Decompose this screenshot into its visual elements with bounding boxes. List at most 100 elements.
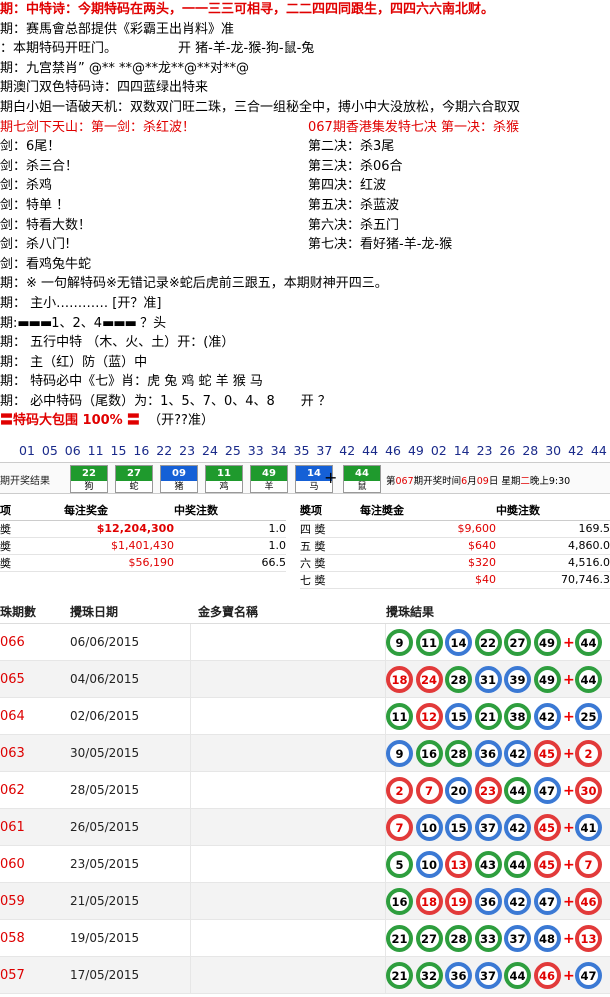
tip-line-head: 期:▬▬▬1、2、4▬▬▬ ？头 [0,314,610,334]
draw-issue[interactable]: 064 [0,709,70,724]
prize-money: $56,190 [64,554,174,572]
draw-ball: 21 [474,703,502,730]
result-ball: 22 狗 [70,465,108,493]
draw-h-name: 金多寶名稱 [198,605,259,619]
draw-date: 21/05/2015 [70,894,140,908]
prize-row: 奬 $1,401,430 1.0 [0,537,286,555]
draw-row: 065 04/06/2015 18 24 28 31 39 49 +44 [0,660,610,698]
draw-ball: 32 [415,962,443,989]
draw-issue[interactable]: 058 [0,931,70,946]
draw-issue[interactable]: 060 [0,857,70,872]
draw-issue[interactable]: 062 [0,783,70,798]
draw-ball: 14 [445,629,472,656]
draw-ball: 16 [415,740,443,767]
draw-special-ball: 41 [575,814,602,841]
prize-count: 4,516.0 [496,554,610,572]
head-digits: 1、2、4 [51,315,103,331]
draw-ball: 36 [445,962,472,989]
prize-table-left: 项 每注奖金 中奖注数 奬 $12,204,300 1.0 奬 $1,401,430 1.… [0,500,286,572]
draw-issue[interactable]: 057 [0,968,70,983]
draw-date: 26/05/2015 [70,820,140,834]
draw-ball: 37 [504,925,531,952]
draw-ball: 21 [386,925,413,952]
result-ball-number: 27 [116,466,152,481]
bars-small-left: 〓 [0,413,14,429]
draw-ball: 10 [415,851,443,878]
draw-ball: 31 [474,666,502,693]
draw-issue[interactable]: 065 [0,672,70,687]
draw-h-date: 攪珠日期 [70,605,119,619]
draw-ball: 12 [415,703,443,730]
draw-balls: 21 27 28 33 37 48 +13 [386,925,605,952]
result-ball-zodiac: 狗 [84,482,94,492]
draw-issue[interactable]: 059 [0,894,70,909]
key-4: 第四决：红波 [308,178,387,194]
tip-line-sevenswords: 期七剑下天山：第一剑：杀红波！ 067期香港集发特七决 第一决：杀猴 [0,118,610,138]
prize-count: 66.5 [174,554,286,572]
sword-3: 剑：杀三合！ [0,158,79,174]
draw-ball: 18 [415,888,443,915]
plus-icon: + [563,856,575,873]
bars-right: ▬▬▬ [102,315,137,331]
draw-special-ball: 47 [575,962,602,989]
draw-special-ball: 7 [575,851,602,878]
prize-h-item: 奬项 [300,500,360,521]
plus-icon: + [563,893,575,910]
draw-name [190,771,386,809]
tip-line-color: 期： 主（红）防（蓝）中 [0,354,148,370]
key-2: 第二决：杀3尾 [308,139,395,155]
draw-name [190,919,386,957]
draw-balls: 16 18 19 36 42 47 +46 [386,888,605,915]
draw-row: 058 19/05/2015 21 27 28 33 37 48 +13 [0,919,610,957]
surround-numbers: 01 05 06 11 15 16 22 23 24 25 33 34 35 3… [19,443,607,458]
prize-table: 项 每注奖金 中奖注数 奬 $12,204,300 1.0 奬 $1,401,430 1.… [0,500,610,596]
draw-balls: 9 16 28 36 42 45 +2 [386,740,605,767]
draw-special-ball: 2 [575,740,602,767]
info-mid: 期开奖时间 [413,476,462,487]
draw-row: 059 21/05/2015 16 18 19 36 42 47 +46 [0,882,610,920]
draw-ball: 37 [474,962,502,989]
prize-count: 70,746.3 [496,571,610,589]
prize-money: $40 [360,571,496,589]
sword-row: 剑：6尾！ 第二决：杀3尾 [0,137,610,157]
draw-ball: 28 [445,925,472,952]
key-3: 第三决：杀06合 [308,158,403,174]
surround-status: （开??准） [148,413,214,429]
draw-name [190,660,386,698]
draw-ball: 28 [445,666,472,693]
result-ball-zodiac: 蛇 [129,482,139,492]
prize-h-count: 中奖注数 [174,500,286,521]
draw-issue[interactable]: 066 [0,635,70,650]
result-ball: 11 鸡 [205,465,243,493]
plus-icon: + [563,708,575,725]
sword-4: 剑：杀鸡 [0,178,53,194]
sword-row: 剑：特看大数！ 第六决：杀五门 [0,216,610,236]
result-ball: 09 猪 [160,465,198,493]
draw-ball: 43 [474,851,502,878]
draw-name [190,697,386,735]
draw-history: 珠期數 攪珠日期 金多寶名稱 攪珠結果 066 06/06/2015 9 11 14 22… [0,600,610,994]
plus-icon: + [563,671,575,688]
draw-row: 066 06/06/2015 9 11 14 22 27 49 +44 [0,623,610,661]
sword-2: 剑：6尾！ [0,139,61,155]
draw-ball: 47 [533,777,561,804]
draw-balls: 11 12 15 21 38 42 +25 [386,703,605,730]
result-ball-number: 49 [251,466,287,481]
bars-left: ▬▬▬ [17,315,52,331]
result-bar: 期开奖结果 22 狗 27 蛇 09 猪 11 鸡 49 羊 14 马 44 鼠 + 第067期开奖时间6… [0,462,610,494]
draw-ball: 46 [533,962,561,989]
draw-ball: 42 [504,814,531,841]
key-7: 第七决：看好猪-羊-龙-猴 [308,237,453,253]
info-issue: 067 [395,476,414,487]
draw-ball: 44 [504,777,531,804]
prize-row: 奬 $12,204,300 1.0 [0,520,286,538]
prize-money: $1,401,430 [64,537,174,555]
plus-icon: + [563,819,575,836]
prize-name: 六 奬 [300,554,360,572]
prize-name: 七 奬 [300,571,360,589]
draw-date: 06/06/2015 [70,635,140,649]
draw-issue[interactable]: 063 [0,746,70,761]
result-ball-number: 22 [71,466,107,481]
draw-issue[interactable]: 061 [0,820,70,835]
draw-balls: 9 11 14 22 27 49 +44 [386,629,605,656]
